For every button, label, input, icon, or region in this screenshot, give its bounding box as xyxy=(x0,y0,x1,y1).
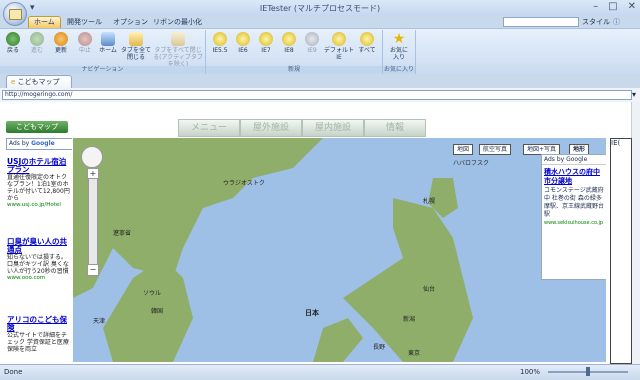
tabs-close-others-icon xyxy=(171,32,185,46)
map-label: 札幌 xyxy=(423,198,436,205)
new-group-label: 新規 xyxy=(206,66,382,74)
refresh-button[interactable]: 更新 xyxy=(50,32,72,54)
right-side-panel: IE( xyxy=(610,138,632,364)
ad-item[interactable]: USJのホテル宿泊プラン 直通往復限定のオトクなプラン！1泊1室のホテルが付いて… xyxy=(7,158,71,209)
ie-logo-icon xyxy=(282,32,296,46)
refresh-icon xyxy=(54,32,68,46)
home-button[interactable]: ホーム xyxy=(97,32,119,54)
ribbon-tab-bar: ホーム 開発ツール オプション リボンの最小化 スタイル ⓘ xyxy=(0,16,640,28)
address-dropdown-icon[interactable]: ▾ xyxy=(632,90,636,99)
ad-column: Ads by Google USJのホテル宿泊プラン 直通往復限定のオトクなプラ… xyxy=(6,138,72,358)
new-ie7-button[interactable]: IE7 xyxy=(255,32,277,54)
new-all-button[interactable]: すべて xyxy=(356,32,378,54)
back-arrow-icon xyxy=(6,32,20,46)
map-label: ウラジオストク xyxy=(223,180,265,187)
tab-label: こどもマップ xyxy=(17,78,60,86)
map-terrain xyxy=(73,138,606,362)
map-label: 日本 xyxy=(305,309,319,317)
ie-logo-icon xyxy=(236,32,250,46)
new-default-ie-button[interactable]: デフォルトIE xyxy=(324,32,354,61)
address-input[interactable]: http://mogeringo.com/ xyxy=(2,90,632,100)
ie-logo-icon xyxy=(259,32,273,46)
favorites-button[interactable]: ★ お気に入り xyxy=(388,32,410,61)
tab-devtools[interactable]: 開発ツール xyxy=(62,16,107,28)
ad-item[interactable]: 口臭が臭い人の共通点 知らないでは損する。口臭がキツイ訳 臭くない人が行う20秒… xyxy=(7,238,71,282)
window-title: IETester (マルチプロセスモード) xyxy=(259,4,381,13)
satellite-view-button[interactable]: 航空写真 xyxy=(479,144,512,155)
new-ie8-button[interactable]: IE8 xyxy=(278,32,300,54)
close-other-tabs-button[interactable]: タブをすべて閉じる(アクティブタブを除く) xyxy=(153,32,203,68)
status-text: Done xyxy=(4,368,23,376)
vertical-scrollbar[interactable] xyxy=(631,102,640,364)
tabs-close-icon xyxy=(129,32,143,46)
address-bar: http://mogeringo.com/ ▾ xyxy=(0,88,640,103)
map-label: 長野 xyxy=(373,344,386,351)
home-icon xyxy=(101,32,115,46)
ad-item[interactable]: アリコのこども保険 公式サイトで詳細をチェック 学資保証と医療保険を両立 xyxy=(7,316,71,354)
map-label: 天津 xyxy=(93,318,106,325)
zoom-out-button[interactable]: − xyxy=(87,264,99,276)
map-label: 遼寧省 xyxy=(113,230,132,237)
app-logo-icon xyxy=(9,9,22,20)
new-ie9-button[interactable]: IE9 xyxy=(301,32,323,54)
stop-button[interactable]: 中止 xyxy=(74,32,96,54)
map-label: ソウル xyxy=(143,290,162,297)
favorites-group: ★ お気に入り お気に入り xyxy=(383,30,416,74)
ribbon-search-input[interactable] xyxy=(503,17,579,27)
close-button[interactable]: ✕ xyxy=(628,1,636,12)
tab-options[interactable]: オプション xyxy=(108,16,153,28)
minimize-button[interactable]: – xyxy=(593,1,598,12)
status-bar: Done 100% xyxy=(0,364,640,380)
ie-logo-icon xyxy=(332,32,346,46)
tab-home[interactable]: ホーム xyxy=(28,16,61,28)
document-tab-bar: e こどもマップ xyxy=(0,74,640,88)
tab-minimize-ribbon[interactable]: リボンの最小化 xyxy=(148,16,207,28)
indoor-nav-button[interactable]: 屋内施設 xyxy=(302,119,364,137)
kodomo-map-button[interactable]: こどもマップ xyxy=(6,121,68,133)
map-label: 仙台 xyxy=(423,286,436,293)
outdoor-nav-button[interactable]: 屋外施設 xyxy=(240,119,302,137)
navigation-group: 戻る 進む 更新 中止 ホーム タブを全て閉じる タブをすべて閉じる(アクティブ… xyxy=(0,30,206,74)
ribbon: 戻る 進む 更新 中止 ホーム タブを全て閉じる タブをすべて閉じる(アクティブ… xyxy=(0,28,640,76)
favorites-group-label: お気に入り xyxy=(383,66,415,74)
stop-icon xyxy=(78,32,92,46)
forward-arrow-icon xyxy=(30,32,44,46)
map-canvas[interactable]: 地図 航空写真 地図+写真 地形 + − 日本 韓国 仙台 新潟 東京 札幌 長… xyxy=(73,138,606,362)
maximize-button[interactable]: □ xyxy=(608,1,617,12)
navigation-group-label: ナビゲーション xyxy=(0,66,205,74)
ads-by-google[interactable]: Ads by Google xyxy=(6,138,72,150)
map-label: 東京 xyxy=(408,350,421,357)
map-label: ハバロフスク xyxy=(453,160,490,167)
info-nav-button[interactable]: 情報 xyxy=(364,119,426,137)
map-ad-box[interactable]: Ads by Google 積水ハウスの府中市分譲地 コモンステージ武蔵府中 杜… xyxy=(541,154,606,280)
new-ie55-button[interactable]: IE5.5 xyxy=(209,32,231,54)
help-icon[interactable]: ⓘ xyxy=(613,17,620,27)
app-menu-button[interactable] xyxy=(3,2,27,26)
map-view-button[interactable]: 地図 xyxy=(453,144,474,155)
tab-kodomo-map[interactable]: e こどもマップ xyxy=(6,75,72,88)
map-label: 韓国 xyxy=(151,308,164,315)
back-button[interactable]: 戻る xyxy=(2,32,24,54)
new-ie6-button[interactable]: IE6 xyxy=(232,32,254,54)
style-label: スタイル xyxy=(582,18,610,26)
zoom-value: 100% xyxy=(520,368,541,376)
close-all-tabs-button[interactable]: タブを全て閉じる xyxy=(121,32,151,61)
menu-nav-button[interactable]: メニュー xyxy=(178,119,240,137)
ie-logo-icon xyxy=(305,32,319,46)
ie-logo-icon xyxy=(360,32,374,46)
zoom-slider[interactable] xyxy=(88,178,98,276)
new-group: IE5.5 IE6 IE7 IE8 IE9 デフォルトIE すべて 新規 xyxy=(206,30,383,74)
map-label: 新潟 xyxy=(403,316,416,323)
pan-control-icon[interactable] xyxy=(81,146,103,168)
title-bar: ▾ IETester (マルチプロセスモード) – □ ✕ xyxy=(0,0,640,26)
page-viewport: こどもマップ メニュー 屋外施設 屋内施設 情報 Ads by Google U… xyxy=(0,102,640,364)
star-icon: ★ xyxy=(392,31,406,47)
ie-logo-icon xyxy=(213,32,227,46)
ie-logo-icon: e xyxy=(11,78,16,86)
zoom-thumb[interactable] xyxy=(586,367,590,376)
forward-button[interactable]: 進む xyxy=(26,32,48,54)
